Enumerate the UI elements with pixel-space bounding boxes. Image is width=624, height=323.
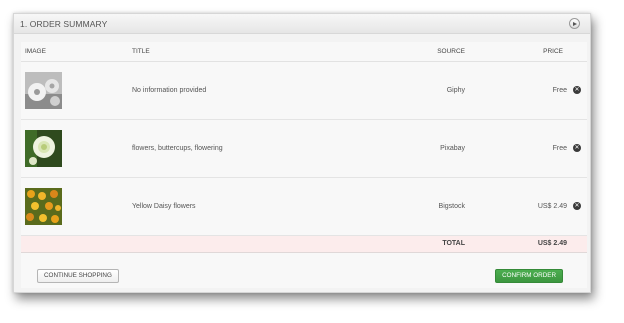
table-row: No information provided Giphy Free ✕ [21, 61, 587, 120]
total-value: US$ 2.49 [477, 235, 587, 253]
grayscale-flowers-thumbnail[interactable] [25, 71, 62, 109]
item-price: Free [552, 144, 567, 152]
order-table-area: IMAGE TITLE SOURCE PRICE No information … [21, 42, 587, 288]
image-cell [21, 119, 128, 178]
remove-icon[interactable]: ✕ [573, 202, 581, 210]
item-source: Bigstock [357, 177, 477, 236]
item-source: Giphy [357, 61, 477, 120]
item-price: US$ 2.49 [537, 202, 567, 210]
action-buttons: CONTINUE SHOPPING CONFIRM ORDER [21, 264, 587, 288]
panel-header: 1. ORDER SUMMARY [14, 14, 590, 34]
image-cell [21, 177, 128, 236]
total-label: TOTAL [357, 235, 477, 253]
remove-icon[interactable]: ✕ [573, 86, 581, 94]
white-buttercup-thumbnail[interactable] [25, 129, 62, 167]
table-row: flowers, buttercups, flowering Pixabay F… [21, 119, 587, 178]
table-row: Yellow Daisy flowers Bigstock US$ 2.49 ✕ [21, 177, 587, 236]
order-summary-panel: 1. ORDER SUMMARY IMAGE TITLE SOURCE PRIC… [13, 13, 591, 293]
item-source: Pixabay [357, 119, 477, 178]
column-header-source: SOURCE [357, 42, 477, 62]
column-header-price: PRICE [477, 42, 587, 62]
image-cell [21, 61, 128, 120]
confirm-order-button[interactable]: CONFIRM ORDER [495, 269, 563, 283]
panel-title: 1. ORDER SUMMARY [20, 18, 108, 29]
order-table: IMAGE TITLE SOURCE PRICE No information … [21, 42, 587, 253]
play-icon[interactable] [569, 18, 580, 29]
column-header-title: TITLE [128, 42, 357, 62]
item-title: Yellow Daisy flowers [128, 177, 357, 236]
total-row: TOTAL US$ 2.49 [21, 235, 587, 253]
column-header-image: IMAGE [21, 42, 128, 62]
item-title: No information provided [128, 61, 357, 120]
item-title: flowers, buttercups, flowering [128, 119, 357, 178]
yellow-daisy-thumbnail[interactable] [25, 187, 62, 225]
item-price: Free [552, 86, 567, 94]
continue-shopping-button[interactable]: CONTINUE SHOPPING [37, 269, 119, 283]
remove-icon[interactable]: ✕ [573, 144, 581, 152]
